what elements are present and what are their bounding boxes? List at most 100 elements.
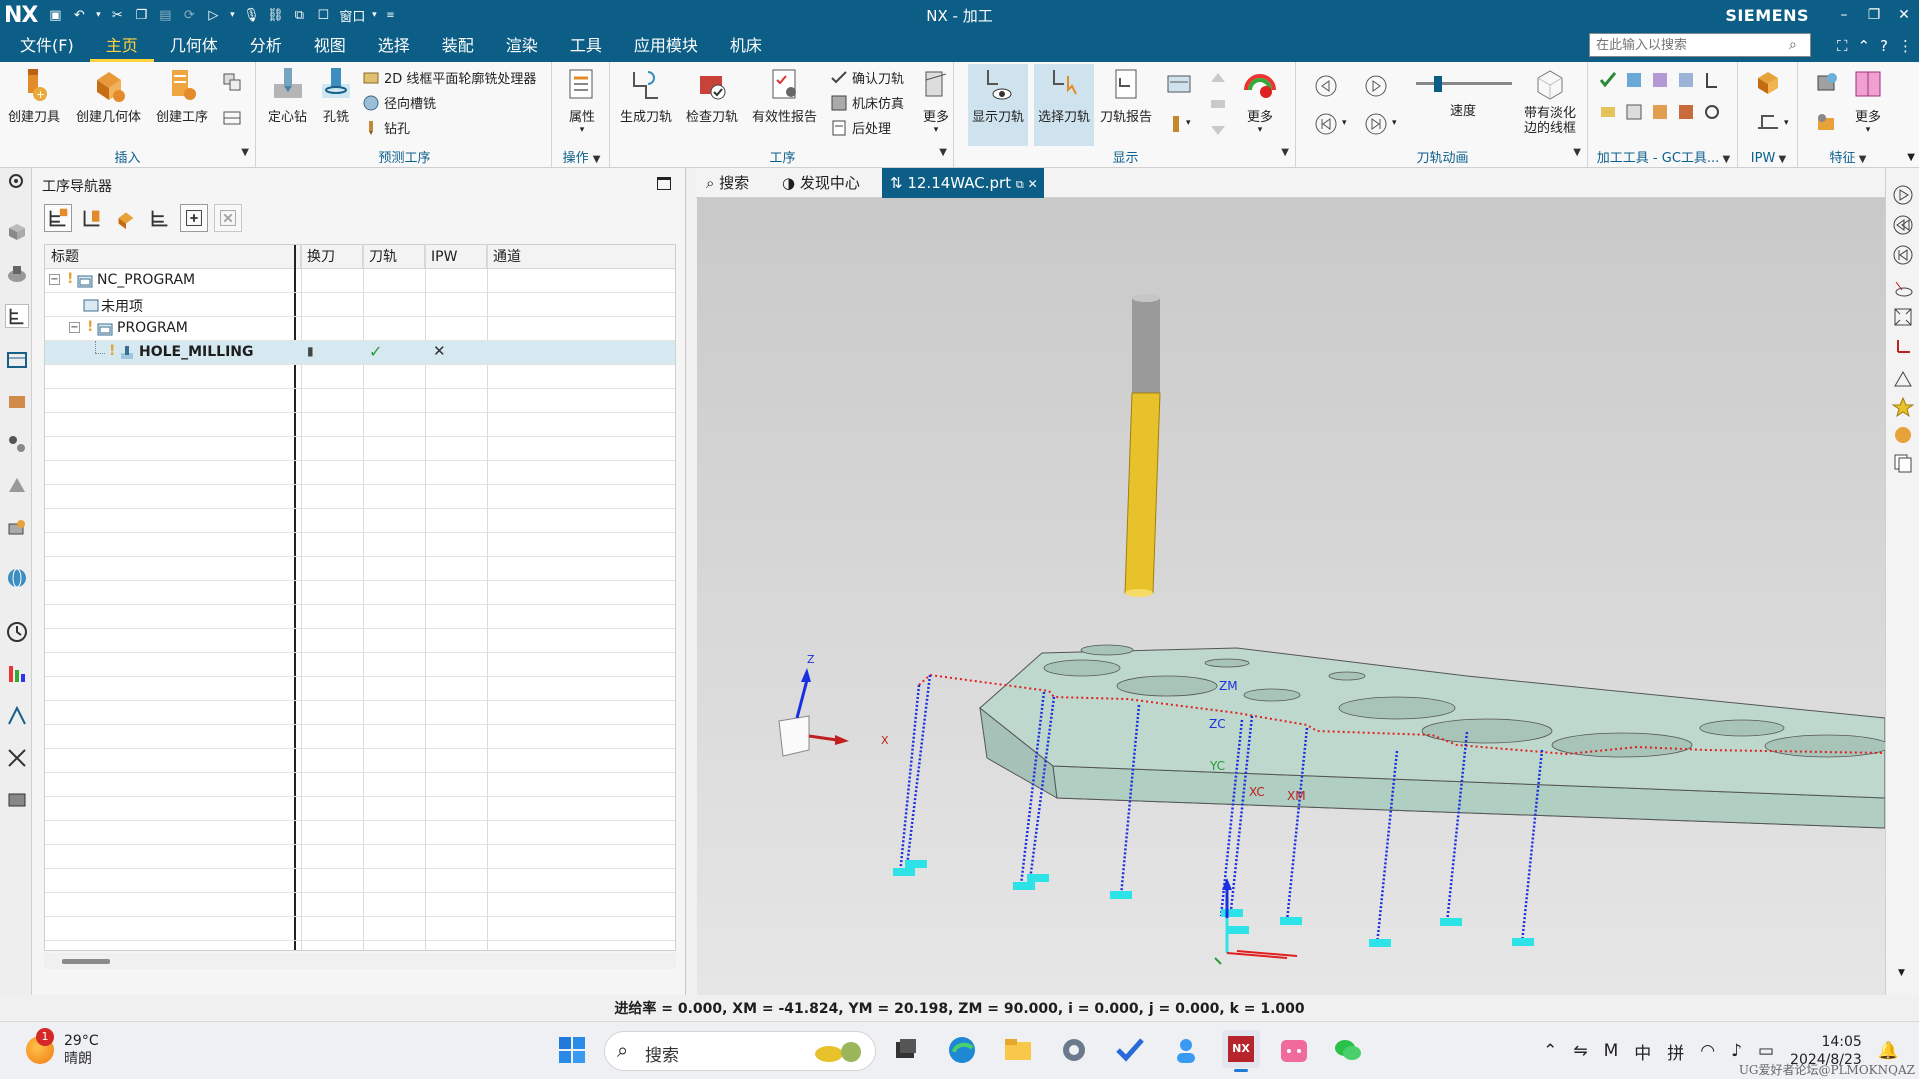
- fast-forward-icon[interactable]: [1364, 112, 1388, 136]
- program-group-icon[interactable]: [222, 108, 242, 128]
- machine-sim-button[interactable]: 机床仿真: [830, 93, 904, 112]
- weather-widget[interactable]: 1 29°C 晴朗: [26, 1028, 99, 1068]
- battery-icon[interactable]: ▭: [1758, 1041, 1774, 1061]
- more-icon[interactable]: ⋮: [1898, 37, 1913, 55]
- window-menu[interactable]: 窗口: [339, 5, 365, 25]
- gc-tool-2-icon[interactable]: [1624, 70, 1644, 90]
- collapse-icon[interactable]: −: [69, 322, 80, 333]
- show-path-button[interactable]: 显示刀轨: [968, 64, 1029, 146]
- path-report-button[interactable]: 刀轨报告: [1100, 66, 1152, 125]
- rewind-icon[interactable]: [1314, 112, 1338, 136]
- center-drill-button[interactable]: 定心钻: [268, 66, 307, 125]
- menu-file[interactable]: 文件(F): [0, 30, 90, 62]
- dropdown-icon[interactable]: ▼: [593, 154, 601, 165]
- graphics-window[interactable]: ZM ZC YC XC XM Z X: [697, 198, 1885, 995]
- column-toolpath[interactable]: 刀轨: [363, 245, 425, 269]
- add-view-icon[interactable]: [180, 204, 208, 232]
- display-option-icon[interactable]: [1166, 72, 1192, 98]
- history-icon[interactable]: [5, 620, 29, 644]
- cut-icon[interactable]: ✂: [107, 5, 127, 25]
- table-row[interactable]: − ! PROGRAM: [45, 317, 675, 341]
- machine-library-icon[interactable]: [5, 788, 29, 812]
- ipw-icon[interactable]: [1754, 68, 1782, 96]
- edge-browser-icon[interactable]: [946, 1034, 978, 1066]
- machine-tool-view-icon[interactable]: [5, 390, 29, 414]
- play-icon[interactable]: ▷: [203, 5, 223, 25]
- copy-view-icon[interactable]: [1892, 452, 1914, 474]
- collapse-ribbon-icon[interactable]: ⌃: [1857, 37, 1870, 55]
- view-triad[interactable]: Z X: [778, 653, 889, 757]
- step-back-icon[interactable]: [1314, 74, 1338, 98]
- feature-1-icon[interactable]: [1814, 70, 1840, 96]
- settings-gear-icon[interactable]: [7, 172, 25, 190]
- display-more-button[interactable]: 更多 ▾: [1242, 66, 1278, 135]
- tray-app-icon[interactable]: ⇋: [1573, 1041, 1587, 1061]
- menu-view[interactable]: 视图: [298, 30, 362, 62]
- notifications-icon[interactable]: 🔔: [1878, 1041, 1899, 1061]
- link-icon[interactable]: ⛓: [265, 5, 285, 25]
- dropdown-icon[interactable]: ▾: [1784, 118, 1789, 128]
- wifi-icon[interactable]: ◠: [1700, 1041, 1715, 1061]
- viewport-scene[interactable]: ZM ZC YC XC XM Z X: [697, 198, 1885, 995]
- settings-icon[interactable]: [1058, 1034, 1090, 1066]
- speed-slider[interactable]: [1416, 76, 1512, 92]
- tray-monitor-icon[interactable]: M: [1604, 1041, 1619, 1061]
- menu-geometry[interactable]: 几何体: [154, 30, 234, 62]
- select-path-button[interactable]: 选择刀轨: [1034, 64, 1095, 146]
- tray-expand-icon[interactable]: ⌃: [1543, 1041, 1557, 1061]
- wcs-icon[interactable]: [1892, 336, 1914, 358]
- horizontal-scrollbar[interactable]: [44, 953, 676, 969]
- dropdown-icon[interactable]: ▼: [1573, 147, 1581, 158]
- save-icon[interactable]: ▣: [45, 5, 65, 25]
- gc-tool-8-icon[interactable]: [1650, 102, 1670, 122]
- gc-tool-7-icon[interactable]: [1624, 102, 1644, 122]
- dropdown-icon[interactable]: ▾: [1186, 118, 1191, 128]
- dropdown-icon[interactable]: ▾: [93, 5, 103, 25]
- dropdown-icon[interactable]: ▼: [1281, 147, 1289, 158]
- gc-tool-10-icon[interactable]: [1702, 102, 1722, 122]
- step-back-icon[interactable]: [1892, 244, 1914, 266]
- gc-tool-4-icon[interactable]: [1676, 70, 1696, 90]
- people-icon[interactable]: [1170, 1034, 1202, 1066]
- column-ipw[interactable]: IPW: [425, 245, 487, 269]
- customize-icon[interactable]: ≡: [383, 5, 397, 25]
- assembly-navigator-icon[interactable]: [5, 262, 29, 286]
- drilling-button[interactable]: 钻孔: [362, 118, 410, 137]
- gc-check-icon[interactable]: [1598, 70, 1618, 90]
- start-icon[interactable]: [556, 1034, 588, 1066]
- process-more-button[interactable]: 更多 ▾: [918, 66, 954, 135]
- feature-2-icon[interactable]: [1814, 110, 1840, 136]
- tools-icon[interactable]: [5, 746, 29, 770]
- machine-tool-navigator-icon[interactable]: [5, 348, 29, 372]
- copy-operation-icon[interactable]: [222, 72, 242, 92]
- perspective-icon[interactable]: [1892, 368, 1914, 390]
- hole-milling-button[interactable]: 孔铣: [318, 66, 354, 125]
- web-browser-icon[interactable]: [5, 566, 29, 590]
- table-row-selected[interactable]: ! HOLE_MILLING ▮ ✓ ✕: [45, 341, 675, 365]
- faded-wireframe-button[interactable]: 带有淡化边的线框: [1520, 66, 1580, 136]
- create-tool-button[interactable]: + 创建刀具: [8, 66, 60, 125]
- wechat-icon[interactable]: [1332, 1034, 1364, 1066]
- menu-render[interactable]: 渲染: [490, 30, 554, 62]
- menu-assembly[interactable]: 装配: [426, 30, 490, 62]
- table-row[interactable]: − ! NC_PROGRAM: [45, 269, 675, 293]
- ipw-clamp-icon[interactable]: [1754, 108, 1782, 136]
- feature-navigator-icon[interactable]: [5, 516, 29, 540]
- menu-analysis[interactable]: 分析: [234, 30, 298, 62]
- ime-layout[interactable]: 拼: [1667, 1039, 1684, 1064]
- planar-profile-button[interactable]: 2D 线框平面轮廓铣处理器: [362, 68, 536, 87]
- ime-mode[interactable]: 中: [1634, 1039, 1651, 1064]
- search-icon[interactable]: ⌕: [1789, 37, 1805, 53]
- play-forward-icon[interactable]: [1364, 74, 1388, 98]
- radial-groove-button[interactable]: 径向槽铣: [362, 93, 436, 112]
- roles-icon[interactable]: [5, 704, 29, 728]
- nx-taskbar-icon[interactable]: NX: [1222, 1030, 1260, 1072]
- arrow-down-icon[interactable]: [1208, 118, 1228, 138]
- tab-search[interactable]: ⌕ 搜索: [698, 168, 757, 198]
- dropdown-icon[interactable]: ▼: [1856, 154, 1867, 165]
- fit-view-icon[interactable]: [1892, 306, 1914, 328]
- microphone-icon[interactable]: 🎙: [241, 5, 261, 25]
- menu-applications[interactable]: 应用模块: [618, 30, 714, 62]
- render-style-icon[interactable]: [1892, 424, 1914, 446]
- create-operation-button[interactable]: 创建工序: [156, 66, 208, 125]
